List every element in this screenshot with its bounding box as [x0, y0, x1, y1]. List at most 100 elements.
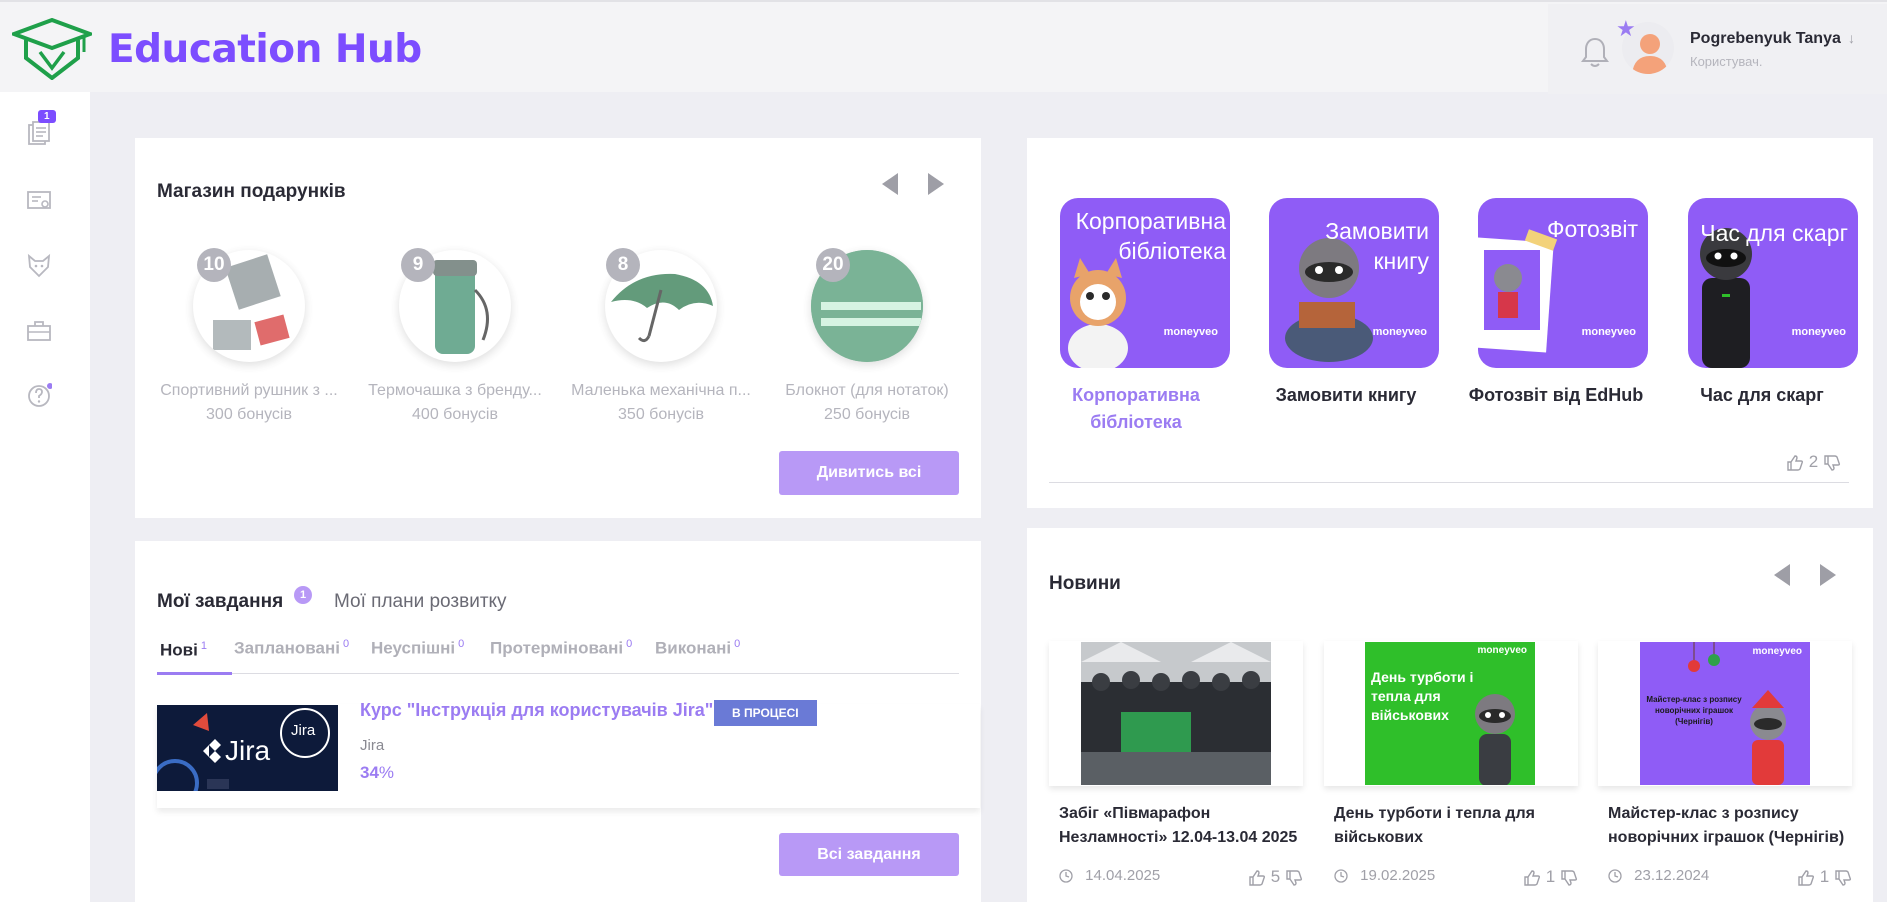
help-icon[interactable]	[26, 382, 53, 408]
gift-item[interactable]: Спортивний рушник з ... 300 бонусів	[157, 250, 341, 424]
gift-item[interactable]: Маленька механічна п... 350 бонусів	[569, 250, 753, 424]
tile-label[interactable]: Корпоративна бібліотека	[1036, 382, 1236, 436]
tile-text: Фотозвіт	[1547, 216, 1638, 242]
tiles-likes: 2	[1786, 452, 1841, 472]
status-badge: В ПРОЦЕСІ	[714, 700, 817, 726]
user-panel: ★ Pogrebenyuk Tanya Користувач. ↓	[1548, 4, 1887, 94]
thumbs-up-icon[interactable]	[1523, 869, 1541, 887]
news-title: Новини	[1049, 573, 1121, 594]
tasks-title-badge: 1	[294, 586, 312, 604]
tasks-title[interactable]: Мої завдання	[157, 591, 283, 613]
fox-icon[interactable]	[26, 253, 52, 279]
task-title-link[interactable]: Курс "Інструкція для користувачів Jira"	[360, 700, 713, 721]
gift-price: 250 бонусів	[824, 406, 910, 423]
gift-name: Маленька механічна п...	[571, 382, 751, 399]
gift-price: 350 бонусів	[618, 406, 704, 423]
gift-count-badge: 20	[816, 248, 850, 282]
news-item[interactable]: moneyveo День турботи і тепла для військ…	[1324, 641, 1578, 886]
gift-count-badge: 10	[197, 248, 231, 282]
tab-planned[interactable]: Заплановані 0	[234, 638, 349, 659]
task-item[interactable]: Jira Jira Курс "Інструкція для користува…	[157, 700, 980, 808]
news-item-title[interactable]: Майстер-клас з розпису новорічних іграшо…	[1598, 802, 1852, 850]
gift-prev-arrow-icon[interactable]	[882, 173, 898, 195]
logo[interactable]: Education Hub	[12, 18, 422, 80]
news-item-title[interactable]: День турботи і тепла для військових	[1324, 802, 1578, 850]
news-item[interactable]: Забіг «Півмарафон Незламності» 12.04-13.…	[1049, 641, 1303, 886]
tile-photo-report[interactable]: Фотозвіт moneyveo	[1478, 198, 1648, 368]
gift-price: 300 бонусів	[206, 406, 292, 423]
tile-label[interactable]: Замовити книгу	[1246, 382, 1446, 409]
moneyveo-logo: moneyveo	[1372, 326, 1427, 338]
gift-count-badge: 8	[606, 248, 640, 282]
gift-name: Термочашка з бренду...	[368, 382, 542, 399]
news-item-title[interactable]: Забіг «Півмарафон Незламності» 12.04-13.…	[1049, 802, 1303, 850]
tabs-divider	[157, 673, 959, 674]
tile-complaints[interactable]: Час для скарг moneyveo	[1688, 198, 1858, 368]
thumbs-down-icon[interactable]	[1834, 869, 1852, 887]
news-image: moneyveo День турботи і тепла для військ…	[1324, 641, 1578, 786]
tab-failed[interactable]: Неуспішні 0	[371, 638, 464, 659]
thumbs-down-icon[interactable]	[1285, 869, 1303, 887]
tasks-icon[interactable]	[26, 120, 52, 146]
news-likes: 1	[1797, 867, 1852, 887]
news-image: moneyveo Майстер-клас з розпису новорічн…	[1598, 641, 1852, 786]
gift-item[interactable]: Блокнот (для нотаток) 250 бонусів	[775, 250, 959, 424]
news-likes: 5	[1248, 867, 1303, 887]
certificate-icon[interactable]	[26, 188, 52, 214]
news-date: 23.12.2024	[1608, 867, 1709, 884]
news-next-arrow-icon[interactable]	[1820, 564, 1836, 586]
news-date: 14.04.2025	[1059, 867, 1160, 884]
task-progress: 34%	[360, 763, 395, 782]
tile-text: Замовити книгу	[1325, 218, 1429, 274]
thumb-jira-logo-text: Jira	[291, 722, 316, 739]
gift-name: Спортивний рушник з ...	[160, 382, 338, 399]
user-role: Користувач.	[1690, 54, 1763, 69]
moneyveo-logo: moneyveo	[1163, 326, 1218, 338]
view-all-gifts-button[interactable]: Дивитись всі	[779, 451, 959, 495]
tile-text: Корпоративна бібліотека	[1075, 208, 1226, 264]
star-icon: ★	[1616, 16, 1636, 41]
gift-shop-title: Магазин подарунків	[157, 181, 346, 202]
news-prev-arrow-icon[interactable]	[1774, 564, 1790, 586]
thumb-jira-text: Jira	[225, 735, 271, 766]
thumbs-down-icon[interactable]	[1823, 454, 1841, 472]
development-plans-tab[interactable]: Мої плани розвитку	[334, 591, 507, 613]
briefcase-icon[interactable]	[26, 318, 52, 344]
app-header: Education Hub ★ Pogrebenyuk Tanya Корист…	[0, 0, 1887, 94]
gift-next-arrow-icon[interactable]	[928, 173, 944, 195]
user-name[interactable]: Pogrebenyuk Tanya	[1690, 30, 1841, 48]
task-thumbnail: Jira Jira	[157, 705, 338, 791]
task-category: Jira	[360, 737, 385, 754]
tab-overdue[interactable]: Протерміновані 0	[490, 638, 632, 659]
thumbs-up-icon[interactable]	[1248, 869, 1266, 887]
thumbs-down-icon[interactable]	[1560, 869, 1578, 887]
clock-icon	[1608, 869, 1622, 883]
clock-icon	[1059, 869, 1073, 883]
gift-price: 400 бонусів	[412, 406, 498, 423]
avatar[interactable]: ★	[1616, 18, 1674, 74]
news-item[interactable]: moneyveo Майстер-клас з розпису новорічн…	[1598, 641, 1852, 886]
tile-text: Час для скарг	[1700, 220, 1848, 246]
thumbs-up-icon[interactable]	[1786, 454, 1804, 472]
app-title: Education Hub	[108, 26, 422, 72]
arrow-down-icon[interactable]: ↓	[1848, 30, 1855, 46]
gift-item[interactable]: Термочашка з бренду... 400 бонусів	[363, 250, 547, 424]
tile-order-book[interactable]: Замовити книгу moneyveo	[1269, 198, 1439, 368]
moneyveo-logo: moneyveo	[1581, 326, 1636, 338]
news-image	[1049, 641, 1303, 786]
thumbs-up-icon[interactable]	[1797, 869, 1815, 887]
moneyveo-logo: moneyveo	[1791, 326, 1846, 338]
tasks-badge: 1	[38, 110, 56, 123]
clock-icon	[1334, 869, 1348, 883]
bell-icon[interactable]	[1580, 36, 1610, 73]
tile-library[interactable]: Корпоративна бібліотека moneyveo	[1060, 198, 1230, 368]
tile-label[interactable]: Час для скарг	[1662, 382, 1862, 409]
tab-new[interactable]: Нові 1	[160, 640, 207, 661]
graduation-cap-logo-icon	[12, 18, 92, 80]
all-tasks-button[interactable]: Всі завдання	[779, 833, 959, 876]
gift-count-badge: 9	[401, 248, 435, 282]
tab-completed[interactable]: Виконані 0	[655, 638, 740, 659]
likes-count: 2	[1808, 452, 1819, 471]
moneyveo-logo: moneyveo	[1477, 645, 1527, 656]
tile-label[interactable]: Фотозвіт від EdHub	[1456, 382, 1656, 409]
